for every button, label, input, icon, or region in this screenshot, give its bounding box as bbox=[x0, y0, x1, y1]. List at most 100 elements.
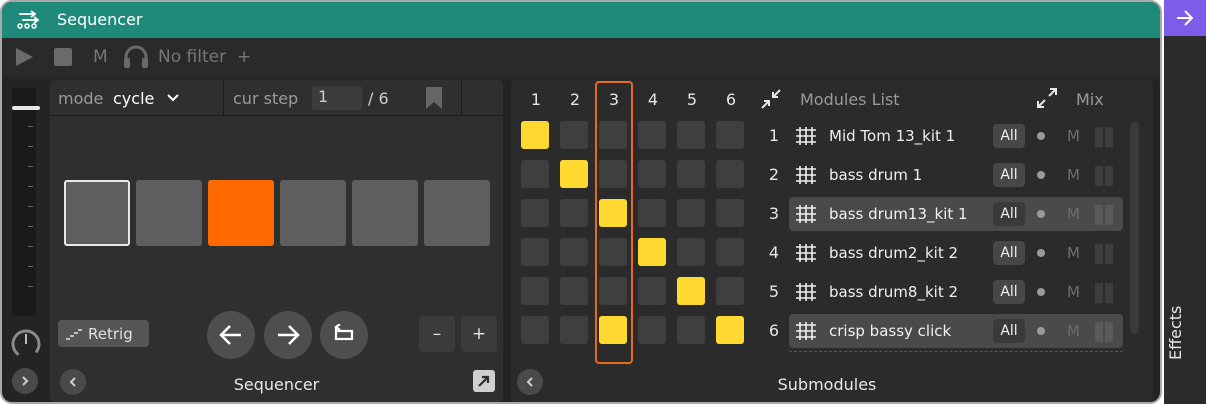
all-button[interactable]: All bbox=[993, 241, 1025, 265]
grid-cell[interactable] bbox=[599, 277, 627, 305]
title-bar: Sequencer bbox=[2, 2, 1160, 38]
volume-fader[interactable] bbox=[12, 88, 40, 316]
step-pad[interactable] bbox=[64, 180, 130, 246]
open-external-button[interactable] bbox=[473, 370, 495, 392]
expand-list-button[interactable] bbox=[1036, 87, 1058, 113]
grid-cell[interactable] bbox=[521, 316, 549, 344]
solo-dot[interactable] bbox=[1037, 171, 1045, 179]
grid-cell[interactable] bbox=[560, 121, 588, 149]
expand-strip-button[interactable] bbox=[12, 368, 38, 394]
filter-select[interactable]: No filter bbox=[158, 38, 226, 76]
mode-select[interactable]: cycle bbox=[113, 89, 154, 108]
all-button[interactable]: All bbox=[993, 319, 1025, 343]
modules-scrollbar[interactable] bbox=[1130, 122, 1139, 334]
grid-cell[interactable] bbox=[677, 199, 705, 227]
solo-dot[interactable] bbox=[1037, 132, 1045, 140]
grid-cell[interactable] bbox=[599, 238, 627, 266]
chevron-down-icon[interactable] bbox=[166, 90, 180, 109]
mute-button[interactable]: M bbox=[1067, 322, 1080, 340]
module-number: 5 bbox=[768, 282, 780, 301]
mute-button[interactable]: M bbox=[1067, 205, 1080, 223]
bookmark-button[interactable] bbox=[426, 87, 442, 113]
grid-cell[interactable] bbox=[677, 160, 705, 188]
grid-cell[interactable] bbox=[677, 277, 705, 305]
mix-label: Mix bbox=[1076, 90, 1104, 109]
step-pad[interactable] bbox=[136, 180, 202, 246]
grid-cell[interactable] bbox=[560, 199, 588, 227]
grid-cell[interactable] bbox=[638, 199, 666, 227]
mute-button[interactable]: M bbox=[1067, 127, 1080, 145]
arrow-left-icon bbox=[219, 325, 241, 345]
module-row[interactable]: crisp bassy click All M bbox=[789, 314, 1123, 348]
headphones-button[interactable] bbox=[123, 38, 149, 76]
module-row[interactable]: bass drum13_kit 1 All M bbox=[789, 197, 1123, 231]
grid-cell[interactable] bbox=[716, 238, 744, 266]
module-row[interactable]: bass drum2_kit 2 All M bbox=[789, 236, 1123, 270]
collapse-grid-button[interactable] bbox=[760, 88, 782, 114]
effects-toggle-button[interactable] bbox=[1164, 0, 1206, 36]
grid-cell[interactable] bbox=[716, 199, 744, 227]
mute-button[interactable]: M bbox=[1067, 283, 1080, 301]
stop-button[interactable] bbox=[54, 38, 72, 76]
grid-cell[interactable] bbox=[560, 277, 588, 305]
grid-cell[interactable] bbox=[638, 316, 666, 344]
grid-cell[interactable] bbox=[677, 121, 705, 149]
play-button[interactable] bbox=[13, 38, 35, 76]
cur-step-input[interactable]: 1 bbox=[312, 86, 362, 110]
grid-cell[interactable] bbox=[677, 316, 705, 344]
grid-cell[interactable] bbox=[521, 277, 549, 305]
grid-cell[interactable] bbox=[638, 160, 666, 188]
retrig-button[interactable]: Retrig bbox=[58, 320, 149, 347]
step-pad[interactable] bbox=[352, 180, 418, 246]
grid-cell[interactable] bbox=[716, 316, 744, 344]
next-step-button[interactable] bbox=[264, 311, 312, 359]
solo-dot[interactable] bbox=[1037, 210, 1045, 218]
step-pad[interactable] bbox=[208, 180, 274, 246]
solo-dot[interactable] bbox=[1037, 327, 1045, 335]
decrease-steps-button[interactable]: – bbox=[419, 316, 455, 352]
grid-cell[interactable] bbox=[716, 121, 744, 149]
panel-footer-label: Sequencer bbox=[233, 375, 320, 394]
all-button[interactable]: All bbox=[993, 280, 1025, 304]
pan-knob[interactable] bbox=[10, 328, 42, 364]
mute-all-button[interactable]: M bbox=[93, 38, 108, 76]
increase-steps-button[interactable]: + bbox=[461, 316, 497, 352]
solo-dot[interactable] bbox=[1037, 249, 1045, 257]
headphones-icon bbox=[124, 45, 148, 68]
module-row[interactable]: Mid Tom 13_kit 1 All M bbox=[789, 119, 1123, 153]
grid-cell[interactable] bbox=[677, 238, 705, 266]
grid-cell[interactable] bbox=[638, 121, 666, 149]
grid-cell[interactable] bbox=[560, 160, 588, 188]
add-filter-button[interactable]: + bbox=[237, 38, 251, 76]
grid-cell[interactable] bbox=[599, 121, 627, 149]
grid-cell[interactable] bbox=[638, 238, 666, 266]
effects-sidebar[interactable]: Effects bbox=[1164, 0, 1206, 404]
all-button[interactable]: All bbox=[993, 202, 1025, 226]
level-meter bbox=[1095, 166, 1103, 186]
grid-cell[interactable] bbox=[716, 160, 744, 188]
prev-step-button[interactable] bbox=[207, 311, 255, 359]
volume-fader-handle[interactable] bbox=[12, 106, 40, 110]
module-row[interactable]: bass drum 1 All M bbox=[789, 158, 1123, 192]
grid-cell[interactable] bbox=[560, 316, 588, 344]
grid-cell[interactable] bbox=[599, 160, 627, 188]
module-row[interactable]: bass drum8_kit 2 All M bbox=[789, 275, 1123, 309]
grid-cell[interactable] bbox=[638, 277, 666, 305]
mute-button[interactable]: M bbox=[1067, 244, 1080, 262]
reset-step-button[interactable] bbox=[320, 311, 368, 359]
all-button[interactable]: All bbox=[993, 124, 1025, 148]
step-pad[interactable] bbox=[280, 180, 346, 246]
step-pad[interactable] bbox=[424, 180, 490, 246]
steps-total: / 6 bbox=[368, 89, 389, 108]
grid-cell[interactable] bbox=[560, 238, 588, 266]
grid-cell[interactable] bbox=[521, 199, 549, 227]
grid-cell[interactable] bbox=[521, 160, 549, 188]
grid-cell[interactable] bbox=[716, 277, 744, 305]
all-button[interactable]: All bbox=[993, 163, 1025, 187]
mute-button[interactable]: M bbox=[1067, 166, 1080, 184]
grid-cell[interactable] bbox=[599, 316, 627, 344]
solo-dot[interactable] bbox=[1037, 288, 1045, 296]
grid-cell[interactable] bbox=[521, 238, 549, 266]
grid-cell[interactable] bbox=[521, 121, 549, 149]
grid-cell[interactable] bbox=[599, 199, 627, 227]
